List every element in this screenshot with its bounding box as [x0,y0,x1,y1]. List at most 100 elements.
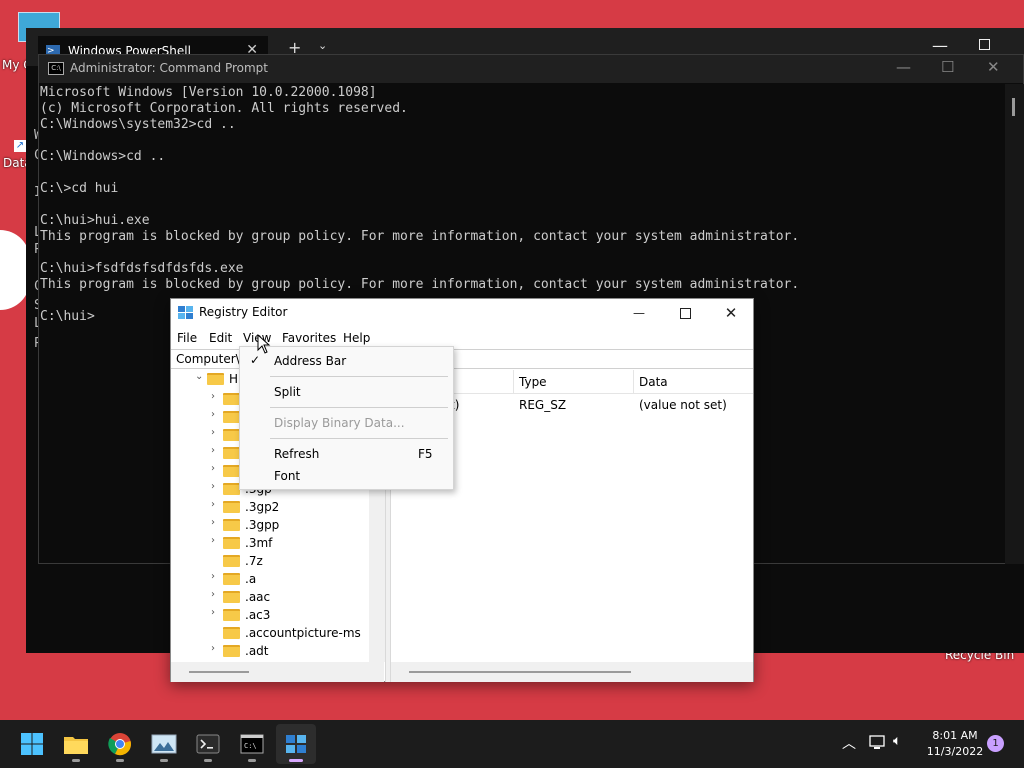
tree-node[interactable]: › .3gpp [172,516,385,534]
tree-node[interactable]: › .3mf [172,534,385,552]
menu-help[interactable]: Help [343,331,370,345]
terminal-button[interactable] [188,724,228,764]
minimize-icon[interactable]: — [896,58,911,76]
start-button[interactable] [12,724,52,764]
folder-icon [223,609,240,621]
column-header-type[interactable]: Type [519,375,547,389]
tree-node[interactable]: › .a [172,570,385,588]
close-icon: ✕ [724,304,738,322]
cmd-window-title: Administrator: Command Prompt [70,61,268,75]
cmd-icon: C:\ [240,734,264,754]
view-menu-item[interactable]: Split [240,381,453,403]
running-indicator [116,759,124,762]
maximize-button[interactable] [662,299,708,327]
running-indicator [72,759,80,762]
chevron-right-icon[interactable]: › [211,409,215,420]
maximize-icon [679,307,691,319]
chevron-down-icon[interactable]: ⌄ [195,371,203,382]
chevron-right-icon[interactable]: › [211,445,215,456]
cmd-line [40,165,1005,181]
folder-icon [223,591,240,603]
chevron-right-icon[interactable]: › [211,571,215,582]
regedit-icon [178,306,193,319]
minimize-button[interactable]: — [616,299,662,327]
view-menu-item[interactable]: ✓ Address Bar [240,350,453,372]
photos-button[interactable] [144,724,184,764]
tree-node[interactable]: .accountpicture-ms [172,624,385,642]
maximize-icon[interactable]: ☐ [941,58,954,76]
scrollbar-thumb[interactable] [189,671,249,673]
cmd-button[interactable]: C:\ [232,724,272,764]
menu-separator [270,407,448,408]
cmd-scrollbar[interactable] [1005,84,1024,564]
tree-node-label: .aac [245,590,271,604]
tree-node[interactable]: › .adt [172,642,385,660]
chevron-right-icon[interactable]: › [211,535,215,546]
minimize-icon[interactable]: — [932,36,948,55]
tree-node-label: .a [245,572,257,586]
tree-node[interactable]: .7z [172,552,385,570]
tree-node[interactable]: › .3gp2 [172,498,385,516]
tree-node[interactable]: › .ac3 [172,606,385,624]
file-explorer-button[interactable] [56,724,96,764]
tree-node-label: .3mf [245,536,273,550]
column-header-data[interactable]: Data [639,375,668,389]
shortcut-arrow-icon: ↗ [14,140,26,152]
photos-icon [151,734,177,754]
regedit-button[interactable] [276,724,316,764]
menu-favorites[interactable]: Favorites [282,331,336,345]
folder-icon [223,573,240,585]
view-menu-item[interactable]: Font [240,465,453,487]
tree-node-label: .ac3 [245,608,271,622]
chevron-right-icon[interactable]: › [211,643,215,654]
chevron-up-icon[interactable]: ︿ [842,733,856,753]
column-divider[interactable] [633,370,634,394]
chrome-button[interactable] [100,724,140,764]
chevron-right-icon[interactable]: › [211,463,215,474]
volume-icon[interactable]: 🔈︎ [893,733,901,749]
chrome-icon [108,733,131,756]
values-horizontal-scrollbar[interactable] [391,662,753,682]
chevron-right-icon[interactable]: › [211,607,215,618]
cmd-icon: C:\ [48,62,64,75]
chevron-right-icon[interactable]: › [211,427,215,438]
maximize-icon[interactable] [979,39,990,50]
checkmark-icon: ✓ [250,353,261,367]
chevron-right-icon[interactable]: › [211,391,215,402]
chevron-right-icon[interactable]: › [211,499,215,510]
close-button[interactable]: ✕ [708,299,754,327]
cmd-line: C:\hui>hui.exe [40,213,150,228]
view-menu-item-label: Address Bar [274,354,347,368]
cmd-output[interactable]: Microsoft Windows [Version 10.0.22000.10… [40,85,1005,325]
notification-badge[interactable]: 1 [987,735,1004,752]
column-divider[interactable] [513,370,514,394]
running-indicator [160,759,168,762]
view-menu-item[interactable]: Refresh F5 [240,443,453,465]
chevron-right-icon[interactable]: › [211,517,215,528]
chevron-right-icon[interactable]: › [211,589,215,600]
tree-node[interactable]: › .aac [172,588,385,606]
folder-icon [223,519,240,531]
clock-date: 11/3/2022 [926,745,984,758]
clock[interactable]: 8:01 AM 11/3/2022 [916,728,994,760]
tree-horizontal-scrollbar[interactable] [171,662,384,682]
chevron-right-icon[interactable]: › [211,481,215,492]
svg-text:C:\: C:\ [244,742,257,750]
close-icon[interactable]: ✕ [987,58,1000,76]
network-icon[interactable] [869,735,887,751]
scrollbar-thumb[interactable] [1012,98,1015,116]
scrollbar-thumb[interactable] [409,671,631,673]
folder-icon [223,411,240,423]
mouse-cursor-icon [257,334,271,354]
regedit-icon [286,735,306,753]
menu-edit[interactable]: Edit [209,331,232,345]
folder-icon [223,645,240,657]
chevron-down-icon[interactable]: ⌄ [318,39,327,52]
folder-icon [223,393,240,405]
terminal-icon [196,734,220,754]
cmd-line: C:\hui>fsdfdsfsdfdsfds.exe [40,261,244,276]
folder-icon [223,483,240,495]
menu-file[interactable]: File [177,331,197,345]
view-menu-item: Display Binary Data... [240,412,453,434]
folder-icon [223,627,240,639]
